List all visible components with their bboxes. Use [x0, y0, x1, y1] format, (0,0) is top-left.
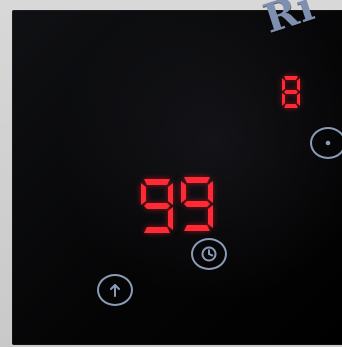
main-led-display — [134, 175, 220, 237]
clock-icon — [201, 246, 217, 262]
small-led-digit-8 — [282, 76, 300, 108]
timer-button[interactable] — [191, 238, 227, 270]
arrow-up-icon — [110, 284, 120, 297]
main-led-digits-99 — [141, 177, 213, 233]
power-button[interactable] — [310, 127, 342, 159]
dot-circle-icon — [325, 140, 331, 146]
up-button[interactable] — [97, 274, 133, 306]
small-led-display — [278, 74, 304, 108]
photo-frame: Ri — [0, 0, 342, 347]
